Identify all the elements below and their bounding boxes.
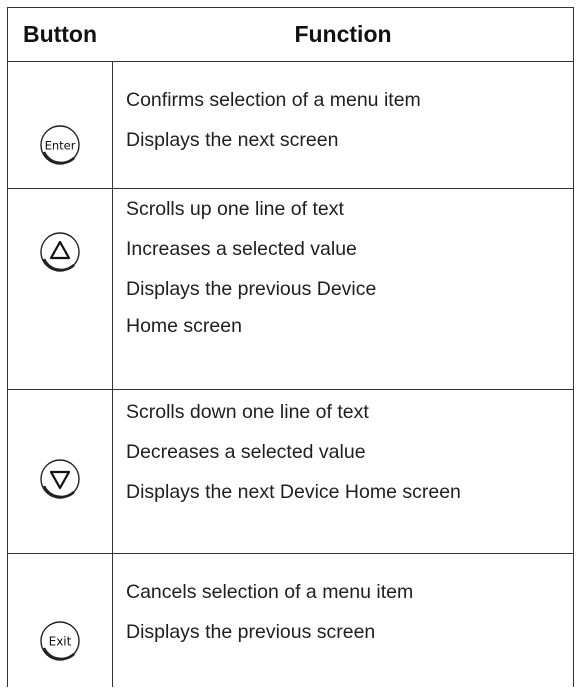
exit-functions: Cancels selection of a menu item Display… [126,578,563,658]
table-row-down: Scrolls down one line of text Decreases … [8,390,573,554]
button-function-table: Button Function Enter Confirms selection… [7,7,574,687]
function-item: Confirms selection of a menu item [126,89,421,111]
header-function: Function [294,21,392,47]
table-row-exit: Exit Cancels selection of a menu item Di… [8,554,573,688]
down-functions: Scrolls down one line of text Decreases … [126,398,563,518]
down-arrow-button-icon [8,456,112,502]
header-button: Button [22,21,98,47]
enter-button-icon: Enter [8,122,112,168]
function-item: Scrolls up one line of text [126,198,344,220]
exit-icon-label: Exit [49,635,72,649]
function-item: Displays the next Device Home screen [126,481,461,503]
function-item: Increases a selected value [126,238,357,260]
table-row-enter: Enter Confirms selection of a menu item … [8,62,573,189]
table-header-row: Button Function [8,8,573,62]
function-item: Scrolls down one line of text [126,401,369,423]
function-item: Displays the next screen [126,129,339,151]
function-item: Cancels selection of a menu item [126,581,414,603]
function-item: Decreases a selected value [126,441,366,463]
up-arrow-button-icon [8,229,112,275]
exit-button-icon: Exit [8,618,112,664]
function-item: Displays the previous screen [126,621,376,643]
enter-functions: Confirms selection of a menu item Displa… [126,86,563,166]
enter-icon-label: Enter [45,139,76,153]
function-item: Displays the previous Device Home screen [126,278,377,337]
table-row-up: Scrolls up one line of text Increases a … [8,189,573,390]
up-functions: Scrolls up one line of text Increases a … [126,195,563,356]
